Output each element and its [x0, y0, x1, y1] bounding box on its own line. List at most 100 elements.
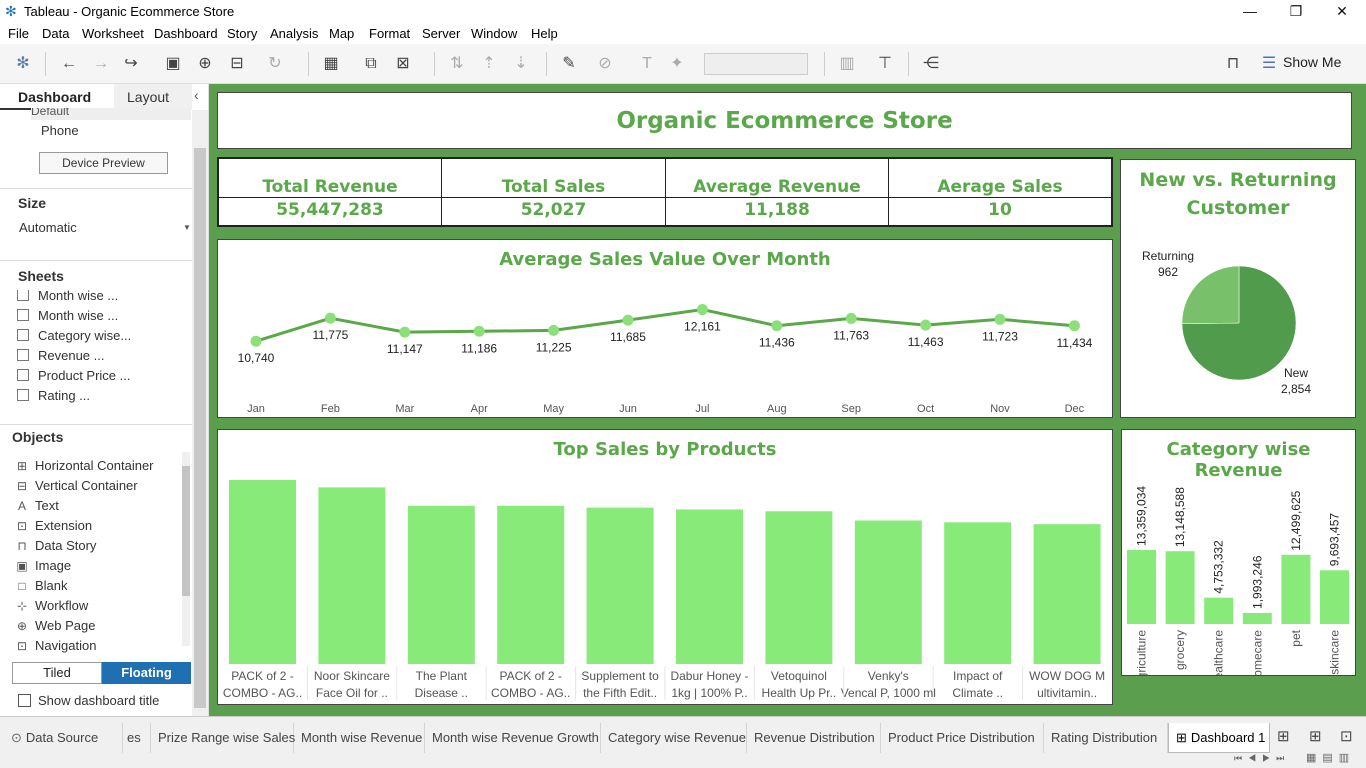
dashboard-title-panel: Organic Ecommerce Store — [217, 92, 1352, 149]
pane-scrollbar[interactable] — [192, 110, 208, 716]
pane-scroll-thumb[interactable] — [194, 148, 206, 708]
pie-chart-panel[interactable]: New vs. Returning Customer Returning 962 N… — [1120, 159, 1356, 418]
tab-prize-range-wise-sales[interactable]: Prize Range wise Sales — [151, 723, 295, 753]
menu-data[interactable]: Data — [42, 26, 69, 41]
new-dashboard-tab-icon[interactable]: ⊞ — [1309, 727, 1322, 745]
object-vertical-container[interactable]: ⊟ Vertical Container — [15, 478, 138, 493]
object-data-story[interactable]: ⊓ Data Story — [15, 538, 96, 553]
view-toggle-icons[interactable]: ▦▤▥ — [1306, 751, 1355, 764]
replace-data-icon[interactable]: ↪ — [120, 53, 142, 75]
line-point — [473, 325, 485, 337]
tab-navigation-icons[interactable]: ⏮◀▶⏭ — [1234, 753, 1290, 764]
new-worksheet-icon[interactable]: ▦ — [320, 53, 342, 75]
sheet-item[interactable]: Month wise ... — [17, 290, 118, 306]
duplicate-sheet-icon[interactable]: ⧉ — [360, 53, 382, 75]
pin-icon[interactable]: ✦ — [666, 53, 688, 75]
sheet-item[interactable]: Product Price ... — [17, 368, 130, 386]
objects-scrollbar[interactable] — [182, 452, 190, 646]
sheet-item[interactable]: Rating ... — [17, 388, 90, 406]
tab-data-source[interactable]: ⊙ Data Source — [0, 723, 123, 753]
tableau-start-icon[interactable]: ✻ — [12, 53, 34, 75]
show-me-button[interactable]: Show Me — [1283, 54, 1341, 70]
sheet-item[interactable]: Revenue ... — [17, 348, 105, 366]
menu-format[interactable]: Format — [369, 26, 410, 41]
object-web-page[interactable]: ⊕ Web Page — [15, 618, 96, 633]
sort-desc-icon[interactable]: ⇣ — [510, 53, 532, 75]
save-icon[interactable]: ▣ — [162, 53, 184, 75]
tab-product-price-distribution[interactable]: Product Price Distribution — [881, 723, 1044, 753]
object-horizontal-container[interactable]: ⊞ Horizontal Container — [15, 458, 154, 473]
sort-asc-icon[interactable]: ⇡ — [478, 53, 500, 75]
tab-month-wise-revenue-growth[interactable]: Month wise Revenue Growth — [425, 723, 601, 753]
share-icon[interactable]: ⋲ — [920, 53, 942, 75]
collapse-pane-icon[interactable]: ‹ — [194, 87, 199, 103]
line-chart-panel[interactable]: Average Sales Value Over Month 10,740 Jan… — [217, 239, 1113, 418]
menu-worksheet[interactable]: Worksheet — [82, 26, 144, 41]
new-worksheet-tab-icon[interactable]: ⊞ — [1277, 727, 1290, 745]
size-select[interactable]: Automatic — [19, 220, 77, 235]
tab-category-wise-revenue[interactable]: Category wise Revenue — [601, 723, 747, 753]
restore-icon[interactable]: ❐ — [1273, 0, 1319, 23]
new-story-tab-icon[interactable]: ⊡ — [1340, 727, 1353, 745]
object-text[interactable]: A Text — [15, 498, 59, 513]
top-products-chart[interactable]: PACK of 2 -COMBO - AG.. Noor Skincare Face… — [218, 430, 1112, 704]
refresh-icon[interactable]: ↻ — [264, 53, 286, 75]
show-title-checkbox[interactable] — [18, 694, 31, 707]
object-extension[interactable]: ⊡ Extension — [15, 518, 92, 533]
objects-scroll-thumb[interactable] — [182, 466, 190, 596]
menu-server[interactable]: Server — [422, 26, 460, 41]
menu-analysis[interactable]: Analysis — [270, 26, 318, 41]
menu-dashboard[interactable]: Dashboard — [154, 26, 218, 41]
pause-updates-icon[interactable]: ⊟ — [226, 53, 248, 75]
object-workflow[interactable]: ⊹ Workflow — [15, 598, 88, 613]
menu-help[interactable]: Help — [531, 26, 558, 41]
sheet-item[interactable]: Month wise ... — [17, 308, 118, 326]
minimize-icon[interactable]: — — [1227, 0, 1273, 23]
category-revenue-chart[interactable]: 13,359,034 agriculture 13,148,588 grocery 4,… — [1122, 430, 1355, 675]
top-products-panel[interactable]: Top Sales by Products PACK of 2 -COMBO -… — [217, 429, 1113, 705]
object-navigation[interactable]: ⊡ Navigation — [15, 638, 96, 653]
kpi-average-sales[interactable]: Aerage Sales 10 — [889, 159, 1111, 225]
tab-rating-distribution[interactable]: Rating Distribution — [1044, 723, 1168, 753]
menu-map[interactable]: Map — [329, 26, 354, 41]
object-blank[interactable]: □ Blank — [15, 578, 67, 593]
group-icon[interactable]: ⊘ — [594, 53, 616, 75]
device-default-partial[interactable]: Default — [31, 108, 191, 120]
size-dropdown-icon[interactable]: ▼ — [183, 223, 191, 232]
menu-story[interactable]: Story — [227, 26, 257, 41]
clear-sheet-icon[interactable]: ⊠ — [392, 53, 414, 75]
tab-partial[interactable]: es — [123, 723, 151, 753]
pie-chart[interactable]: Returning 962 New 2,854 — [1121, 160, 1355, 417]
object-image[interactable]: ▣ Image — [15, 558, 71, 573]
device-preview-button[interactable]: Device Preview — [39, 152, 168, 174]
x-tick-label: Aug — [767, 403, 787, 415]
fit-dropdown[interactable] — [704, 53, 808, 75]
menu-window[interactable]: Window — [471, 26, 517, 41]
tab-revenue-distribution[interactable]: Revenue Distribution — [747, 723, 881, 753]
tab-month-wise-revenue[interactable]: Month wise Revenue — [294, 723, 425, 753]
menu-file[interactable]: File — [8, 26, 29, 41]
line-chart[interactable]: 10,740 Jan 11,775 Feb 11,147 Mar 11,186 Apr 11,2… — [218, 240, 1112, 417]
kpi-total-sales[interactable]: Total Sales 52,027 — [442, 159, 666, 225]
kpi-average-revenue[interactable]: Average Revenue 11,188 — [666, 159, 889, 225]
undo-icon[interactable]: ← — [58, 53, 80, 75]
device-phone[interactable]: Phone — [41, 123, 79, 138]
close-icon[interactable]: ✕ — [1319, 0, 1365, 23]
kpi-total-revenue[interactable]: Total Revenue 55,447,283 — [219, 159, 442, 225]
swap-icon[interactable]: ⇅ — [446, 53, 468, 75]
new-data-source-icon[interactable]: ⊕ — [194, 53, 216, 75]
tab-layout[interactable]: Layout — [114, 84, 192, 110]
paint-brush-icon[interactable]: ⊓ — [1222, 53, 1244, 75]
labels-icon[interactable]: T — [636, 53, 658, 75]
presentation-mode-icon[interactable]: ⊤ — [874, 53, 896, 75]
sheet-item[interactable]: Category wise... — [17, 328, 131, 346]
show-me-icon[interactable]: ☰ — [1258, 53, 1280, 75]
tab-dashboard[interactable]: Dashboard — [0, 84, 114, 110]
tab-dashboard-1[interactable]: ⊞ Dashboard 1 — [1168, 723, 1270, 753]
category-revenue-panel[interactable]: Category wise Revenue 13,359,034 agricult… — [1121, 429, 1356, 676]
floating-button[interactable]: Floating — [102, 662, 191, 684]
redo-icon[interactable]: → — [90, 53, 112, 75]
tiled-button[interactable]: Tiled — [12, 662, 102, 684]
show-cards-icon[interactable]: ▥ — [836, 53, 858, 75]
highlight-icon[interactable]: ✎ — [558, 53, 580, 75]
